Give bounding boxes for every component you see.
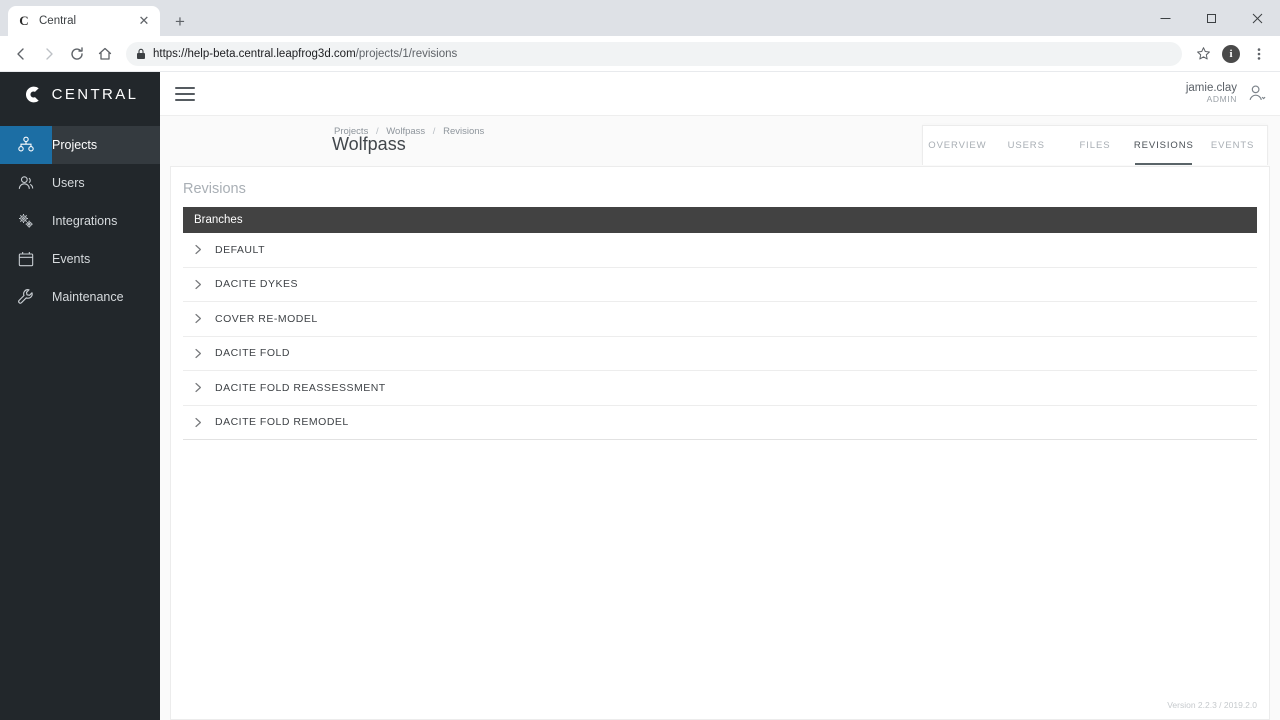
profile-avatar-icon[interactable]: i	[1218, 41, 1244, 67]
sidebar-item-label: Users	[52, 176, 85, 190]
branch-name: DACITE FOLD REASSESSMENT	[215, 381, 386, 394]
user-role: ADMIN	[1206, 94, 1237, 105]
chevron-right-icon[interactable]	[194, 313, 203, 324]
page-content: Projects / Wolfpass / Revisions Wolfpass…	[160, 116, 1280, 720]
browser-tabstrip: C Central ✕ +	[0, 0, 1280, 36]
sidebar-item-label: Events	[52, 252, 91, 266]
branch-name: DEFAULT	[215, 243, 265, 256]
kebab-menu-icon[interactable]	[1246, 41, 1272, 67]
window-minimize-button[interactable]	[1142, 2, 1188, 34]
panel-footer: Version 2.2.3 / 2019.2.0	[171, 695, 1269, 719]
branches-header-label: Branches	[194, 214, 243, 226]
revisions-section-title: Revisions	[183, 181, 246, 197]
chevron-right-icon[interactable]	[194, 348, 203, 359]
tab-title: Central	[39, 15, 77, 27]
brand-logo[interactable]: CENTRAL	[0, 72, 160, 116]
sidebar: CENTRAL Projects Users Integrations Even…	[0, 72, 160, 720]
tab-users[interactable]: USERS	[992, 126, 1061, 165]
tab-revisions[interactable]: REVISIONS	[1129, 126, 1198, 165]
forward-arrow-icon	[36, 41, 62, 67]
url-path: /projects/1/revisions	[355, 47, 458, 60]
sidebar-item-events[interactable]: Events	[0, 240, 160, 278]
back-arrow-icon[interactable]	[8, 41, 34, 67]
branch-list: DEFAULT DACITE DYKES COVER RE-MODEL DACI…	[183, 233, 1257, 440]
branch-row[interactable]: DACITE DYKES	[183, 268, 1257, 302]
branches-header: Branches	[183, 207, 1257, 233]
chevron-right-icon[interactable]	[194, 244, 203, 255]
branch-row[interactable]: DACITE FOLD REASSESSMENT	[183, 371, 1257, 406]
hamburger-bar	[175, 86, 195, 89]
tab-label: REVISIONS	[1133, 140, 1194, 151]
user-avatar-icon[interactable]	[1246, 82, 1268, 104]
sidebar-item-label: Integrations	[52, 214, 118, 228]
tab-favicon-icon: C	[19, 13, 29, 28]
tab-label: OVERVIEW	[928, 140, 987, 151]
tab-events[interactable]: EVENTS	[1198, 126, 1267, 165]
revisions-panel: Revisions Branches DEFAULT DACITE DYKES …	[170, 166, 1270, 720]
projects-icon	[0, 126, 52, 164]
browser-toolbar: https://help-beta.central.leapfrog3d.com…	[0, 36, 1280, 72]
sidebar-item-integrations[interactable]: Integrations	[0, 202, 160, 240]
calendar-icon	[0, 240, 52, 278]
browser-window: C Central ✕ + https://help-beta.central.…	[0, 0, 1280, 720]
user-menu[interactable]: jamie.clay ADMIN	[1186, 82, 1268, 105]
window-close-button[interactable]	[1234, 2, 1280, 34]
app-topbar: jamie.clay ADMIN	[160, 72, 1280, 116]
hamburger-menu-icon[interactable]	[172, 81, 198, 107]
branch-name: DACITE DYKES	[215, 278, 299, 291]
wrench-icon	[0, 278, 52, 316]
sidebar-item-projects[interactable]: Projects	[0, 126, 160, 164]
url-domain: https://help-beta.central.leapfrog3d.com	[153, 47, 356, 60]
lock-icon	[136, 48, 146, 60]
reload-icon[interactable]	[64, 41, 90, 67]
tab-label: EVENTS	[1210, 140, 1255, 151]
branch-name: COVER RE-MODEL	[215, 312, 318, 325]
brand-name: CENTRAL	[51, 85, 139, 103]
branch-name: DACITE FOLD	[215, 347, 290, 360]
page-title: Wolfpass	[332, 134, 406, 154]
address-bar-text: https://help-beta.central.leapfrog3d.com…	[153, 48, 457, 60]
branch-name: DACITE FOLD REMODEL	[215, 416, 349, 429]
star-icon[interactable]	[1190, 41, 1216, 67]
new-tab-button[interactable]: +	[166, 7, 194, 35]
branch-row[interactable]: DEFAULT	[183, 233, 1257, 268]
chevron-right-icon[interactable]	[194, 279, 203, 290]
tab-label: USERS	[1007, 140, 1045, 151]
breadcrumb-item-revisions[interactable]: Revisions	[443, 126, 484, 137]
main-area: jamie.clay ADMIN Projects / Wolfpass / R…	[160, 72, 1280, 720]
version-label: Version 2.2.3 / 2019.2.0	[1167, 700, 1257, 710]
integrations-gears-icon	[0, 202, 52, 240]
hamburger-bar	[175, 98, 195, 101]
sidebar-item-label: Projects	[52, 138, 98, 152]
application-viewport: CENTRAL Projects Users Integrations Even…	[0, 72, 1280, 720]
chevron-right-icon[interactable]	[194, 417, 203, 428]
window-controls	[1142, 0, 1280, 36]
sidebar-item-users[interactable]: Users	[0, 164, 160, 202]
tab-label: FILES	[1079, 140, 1111, 151]
breadcrumb-separator: /	[432, 126, 436, 137]
home-icon[interactable]	[92, 41, 118, 67]
chevron-right-icon[interactable]	[194, 382, 203, 393]
tab-files[interactable]: FILES	[1061, 126, 1130, 165]
address-bar[interactable]: https://help-beta.central.leapfrog3d.com…	[126, 41, 1182, 66]
tab-close-icon[interactable]: ✕	[136, 13, 152, 29]
window-maximize-button[interactable]	[1188, 2, 1234, 34]
project-tabs: OVERVIEW USERS FILES REVISIONS EVENTS	[922, 125, 1268, 165]
branch-row[interactable]: DACITE FOLD	[183, 337, 1257, 371]
browser-tab[interactable]: C Central ✕	[8, 6, 160, 36]
tab-overview[interactable]: OVERVIEW	[923, 126, 992, 165]
sidebar-nav: Projects Users Integrations Events Maint…	[0, 126, 160, 316]
sidebar-item-maintenance[interactable]: Maintenance	[0, 278, 160, 316]
profile-initial: i	[1222, 44, 1240, 63]
user-text: jamie.clay ADMIN	[1186, 82, 1237, 105]
users-icon	[0, 164, 52, 202]
sidebar-item-label: Maintenance	[52, 290, 124, 304]
hamburger-bar	[175, 92, 195, 95]
branch-row[interactable]: DACITE FOLD REMODEL	[183, 406, 1257, 440]
branch-row[interactable]: COVER RE-MODEL	[183, 302, 1257, 337]
central-logo-icon	[22, 84, 43, 105]
